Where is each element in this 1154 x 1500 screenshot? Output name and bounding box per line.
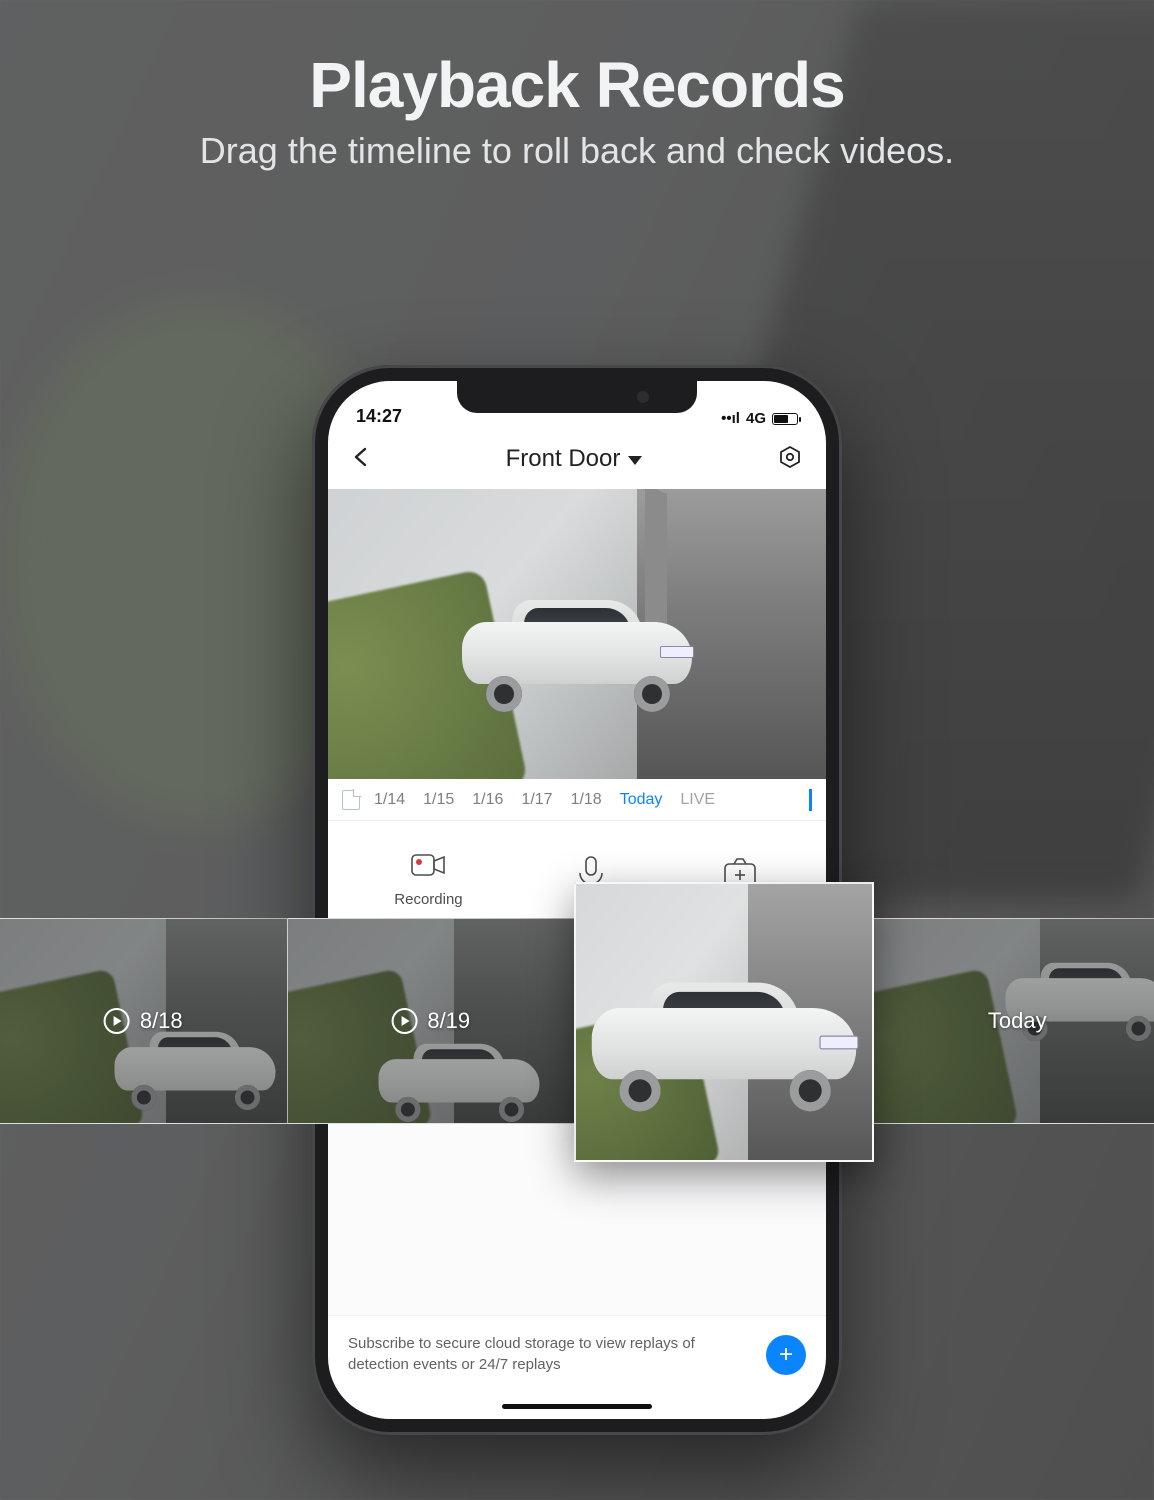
timeline-card-8-19[interactable]: 8/19 bbox=[287, 918, 576, 1124]
date-1-18[interactable]: 1/18 bbox=[567, 791, 606, 809]
date-row[interactable]: 1/14 1/15 1/16 1/17 1/18 Today LIVE bbox=[328, 779, 826, 821]
car-illustration bbox=[462, 594, 692, 704]
battery-icon bbox=[772, 413, 798, 425]
phone-notch bbox=[457, 381, 697, 413]
date-1-16[interactable]: 1/16 bbox=[468, 791, 507, 809]
play-icon bbox=[104, 1008, 130, 1034]
hero-subtitle: Drag the timeline to roll back and check… bbox=[0, 130, 1154, 172]
date-1-14[interactable]: 1/14 bbox=[370, 791, 409, 809]
record-button[interactable]: Recording bbox=[394, 845, 462, 908]
play-icon bbox=[391, 1008, 417, 1034]
timeline-strip[interactable]: 8/18 8/19 Today bbox=[0, 918, 1154, 1124]
navbar: Front Door bbox=[328, 429, 826, 489]
settings-hex-icon bbox=[778, 445, 802, 469]
timeline-card-label: Today bbox=[988, 1008, 1047, 1034]
hero: Playback Records Drag the timeline to ro… bbox=[0, 48, 1154, 172]
timeline-card-today[interactable]: Today bbox=[873, 918, 1154, 1124]
timeline-card-label: 8/18 bbox=[140, 1008, 183, 1034]
timeline-card-label: 8/19 bbox=[427, 1008, 470, 1034]
timeline-end-bar bbox=[809, 789, 812, 811]
caret-down-icon bbox=[628, 456, 642, 465]
sd-card-icon bbox=[342, 790, 360, 810]
date-live[interactable]: LIVE bbox=[676, 791, 719, 809]
timeline-card-selected[interactable] bbox=[574, 882, 874, 1162]
timeline-card-8-18[interactable]: 8/18 bbox=[0, 918, 288, 1124]
back-button[interactable] bbox=[352, 447, 370, 472]
record-label: Recording bbox=[394, 891, 462, 908]
settings-button[interactable] bbox=[778, 445, 802, 474]
hero-title: Playback Records bbox=[0, 48, 1154, 122]
home-indicator[interactable] bbox=[328, 1393, 826, 1419]
date-today[interactable]: Today bbox=[616, 791, 667, 809]
video-preview[interactable] bbox=[328, 489, 826, 779]
camera-name: Front Door bbox=[506, 445, 621, 473]
date-1-15[interactable]: 1/15 bbox=[419, 791, 458, 809]
date-1-17[interactable]: 1/17 bbox=[517, 791, 556, 809]
cloud-banner[interactable]: Subscribe to secure cloud storage to vie… bbox=[328, 1315, 826, 1393]
record-icon bbox=[408, 845, 448, 885]
network-label: 4G bbox=[746, 410, 766, 427]
status-right: ••ıl 4G bbox=[721, 410, 798, 427]
status-time: 14:27 bbox=[356, 406, 402, 427]
cloud-add-button[interactable]: + bbox=[766, 1335, 806, 1375]
camera-title-dropdown[interactable]: Front Door bbox=[506, 445, 643, 473]
cloud-banner-text: Subscribe to secure cloud storage to vie… bbox=[348, 1334, 708, 1375]
chevron-left-icon bbox=[352, 447, 370, 467]
signal-icon: ••ıl bbox=[721, 410, 740, 427]
